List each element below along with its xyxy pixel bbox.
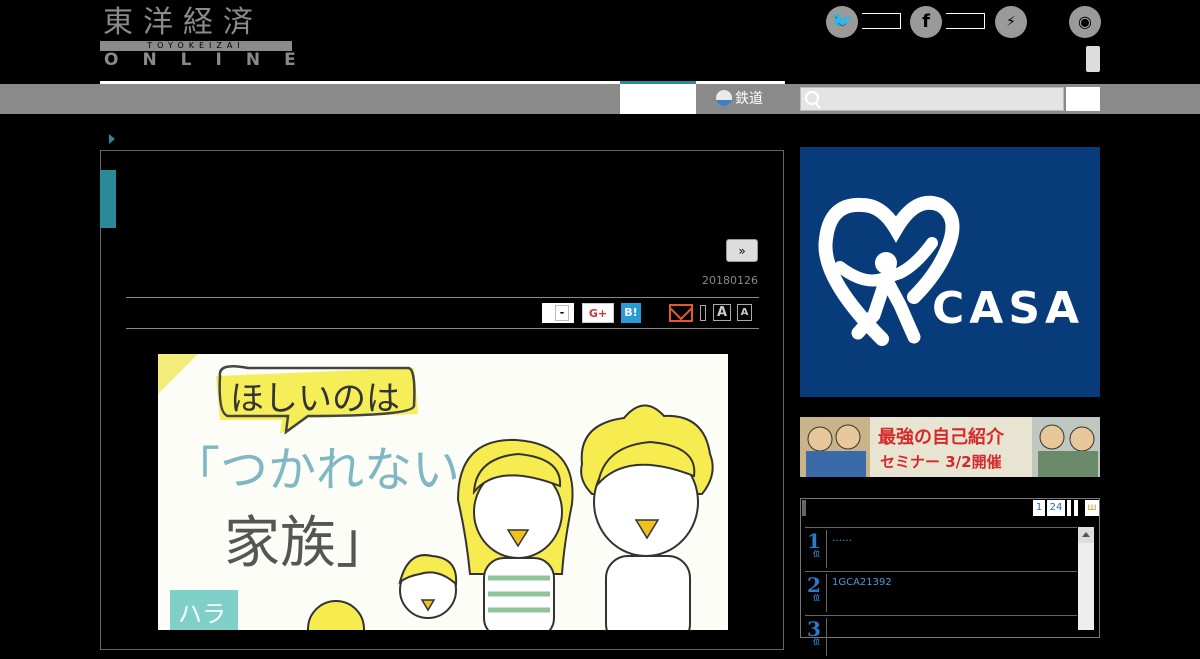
ranking-tab-1[interactable]: 1 [1033, 500, 1045, 516]
ranking-number: 2位 [807, 573, 821, 602]
facebook-icon[interactable]: f [910, 6, 942, 38]
next-page-button[interactable]: » [726, 239, 758, 262]
ranking-list: 1位 …… 2位 1GCA21392 3位 [805, 527, 1077, 656]
ranking-title-link[interactable]: 1GCA21392 [832, 577, 892, 588]
facebook-count [946, 13, 985, 29]
casa-logo-icon: ® CASA [818, 195, 1084, 346]
article-illustration: ほしいのは 「つかれない 家族」 ハラ [158, 354, 728, 630]
bubble-text: ほしいのは [230, 379, 400, 419]
seminar-banner-ad[interactable]: 最強の自己紹介 セミナー 3/2開催 [800, 417, 1100, 477]
nav-tab-active[interactable] [620, 81, 696, 114]
breadcrumb-arrow-icon [109, 134, 115, 144]
illustration-title-line2: 家族」 [224, 511, 392, 576]
ranking-tab-24[interactable]: 24 [1047, 500, 1065, 516]
ranking-tab-3[interactable] [1067, 500, 1071, 516]
share-divider-bottom [126, 328, 759, 329]
tweet-button[interactable]: - [542, 303, 574, 323]
nav-tab-railway-label: 鉄道 [735, 91, 763, 107]
mail-icon[interactable] [669, 304, 693, 322]
train-icon [716, 90, 732, 106]
search-button[interactable] [1066, 87, 1100, 111]
search-icon [805, 91, 819, 105]
logo-subtitle: ONLINE [104, 50, 320, 70]
messenger-icon[interactable]: ⚡ [995, 6, 1027, 38]
nav-tab-railway[interactable]: 鉄道 [716, 88, 763, 110]
family-illustration: ほしいのは 「つかれない 家族」 ハラ [158, 354, 714, 630]
seminar-banner-art: 最強の自己紹介 セミナー 3/2開催 [800, 417, 1100, 477]
ranking-separator [826, 530, 827, 568]
print-icon[interactable] [700, 305, 706, 321]
casa-banner-ad[interactable]: ® CASA [800, 147, 1100, 397]
ranking-separator [826, 618, 827, 656]
login-button[interactable] [1086, 46, 1100, 72]
font-size-large-button[interactable]: A [713, 304, 731, 321]
search-input[interactable] [800, 87, 1064, 111]
seminar-ad-line1: 最強の自己紹介 [878, 426, 1005, 448]
twitter-count [862, 13, 901, 29]
title-accent-bar [100, 170, 116, 228]
ranking-item[interactable]: 3位 [805, 616, 1077, 659]
ranking-item[interactable]: 2位 1GCA21392 [805, 572, 1077, 616]
share-divider-top [126, 297, 759, 298]
rss-icon[interactable]: ◉ [1069, 6, 1101, 38]
twitter-icon[interactable]: 🐦 [826, 6, 858, 38]
tweet-count: - [554, 305, 570, 321]
site-logo[interactable]: 東洋経済 [103, 6, 263, 40]
font-size-small-button[interactable]: A [737, 304, 752, 321]
ranking-item[interactable]: 1位 …… [805, 528, 1077, 572]
ranking-separator [826, 574, 827, 612]
scroll-up-arrow-icon[interactable] [1078, 527, 1094, 543]
ranking-heading-bar [802, 500, 806, 516]
ranking-number: 3位 [807, 617, 821, 646]
google-plus-button[interactable]: G+ [582, 303, 614, 323]
ranking-tab-4[interactable] [1074, 500, 1078, 516]
hatena-bookmark-button[interactable]: B! [621, 303, 641, 323]
ranking-number: 1位 [807, 529, 821, 558]
seminar-ad-line2: セミナー 3/2開催 [880, 453, 1002, 471]
casa-registered-mark: ® [907, 293, 917, 304]
article-date: 20180126 [702, 274, 758, 287]
ranking-title-link[interactable]: …… [832, 533, 852, 544]
ranking-tab-5[interactable]: ш [1085, 500, 1099, 516]
casa-ad-text: CASA [932, 283, 1084, 334]
illustration-tag: ハラ [178, 600, 226, 628]
illustration-title-line1: 「つかれない [172, 442, 460, 498]
